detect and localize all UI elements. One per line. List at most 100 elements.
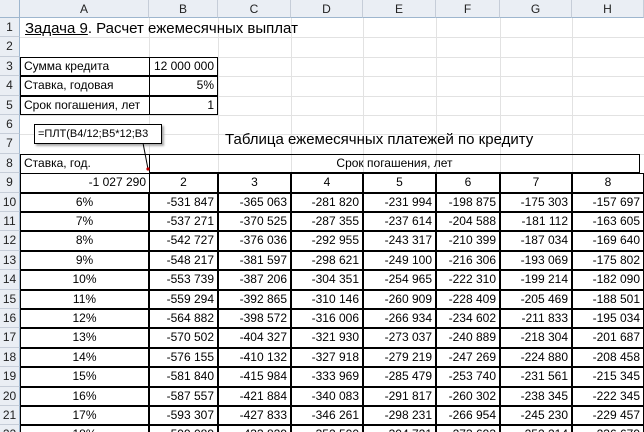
payment-cell[interactable]: -304 351	[291, 270, 363, 290]
payment-cell[interactable]: -553 739	[149, 270, 218, 290]
payment-cell[interactable]: -287 355	[291, 212, 363, 232]
payment-cell[interactable]: -222 310	[436, 270, 500, 290]
rate-cell[interactable]: 11%	[20, 289, 149, 309]
corner-formula-cell[interactable]: -1 027 290	[20, 173, 150, 193]
payment-cell[interactable]: -285 479	[363, 367, 436, 387]
payment-cell[interactable]: -228 409	[436, 289, 500, 309]
payment-cell[interactable]: -188 501	[572, 289, 644, 309]
rate-cell[interactable]: 9%	[20, 250, 149, 271]
input-value-rate[interactable]: 5%	[149, 76, 218, 96]
payment-cell[interactable]: -564 882	[149, 309, 218, 329]
payment-cell[interactable]: -273 693	[436, 425, 500, 432]
payment-cell[interactable]: -321 930	[291, 328, 363, 348]
column-header-d[interactable]: D	[291, 0, 363, 18]
row-header-7[interactable]: 7	[0, 134, 20, 154]
payment-cell[interactable]: -599 089	[149, 425, 218, 432]
row-header-22[interactable]: 22	[0, 425, 20, 432]
payment-cell[interactable]: -316 006	[291, 309, 363, 329]
rate-cell[interactable]: 12%	[20, 309, 149, 329]
payment-cell[interactable]: -352 500	[291, 425, 363, 432]
payment-cell[interactable]: -231 994	[363, 192, 436, 212]
payment-cell[interactable]: -243 317	[363, 231, 436, 251]
payment-cell[interactable]: -163 605	[572, 212, 644, 232]
payment-cell[interactable]: -229 457	[572, 406, 644, 426]
row-header-1[interactable]: 1	[0, 18, 20, 38]
payment-cell[interactable]: -218 304	[500, 328, 572, 348]
payment-cell[interactable]: -537 271	[149, 212, 218, 232]
payment-cell[interactable]: -198 875	[436, 192, 500, 212]
payment-cell[interactable]: -247 269	[436, 347, 500, 368]
column-header-e[interactable]: E	[363, 0, 436, 18]
column-header-g[interactable]: G	[500, 0, 572, 18]
payment-cell[interactable]: -433 829	[218, 425, 291, 432]
term-cell[interactable]: 6	[436, 173, 500, 193]
payment-cell[interactable]: -387 206	[218, 270, 291, 290]
payment-cell[interactable]: -291 817	[363, 386, 436, 406]
term-header[interactable]: Срок погашения, лет	[149, 153, 640, 174]
payment-cell[interactable]: -376 036	[218, 231, 291, 251]
payment-cell[interactable]: -260 302	[436, 386, 500, 406]
payment-cell[interactable]: -224 880	[500, 347, 572, 368]
term-cell[interactable]: 3	[218, 173, 291, 193]
payment-cell[interactable]: -365 063	[218, 192, 291, 212]
payment-cell[interactable]: -222 345	[572, 386, 644, 406]
row-header-13[interactable]: 13	[0, 250, 20, 271]
rate-cell[interactable]: 7%	[20, 212, 149, 232]
rate-cell[interactable]: 16%	[20, 386, 149, 406]
rate-cell[interactable]: 14%	[20, 347, 149, 368]
payment-cell[interactable]: -310 146	[291, 289, 363, 309]
rate-cell[interactable]: 8%	[20, 231, 149, 251]
payment-cell[interactable]: -249 100	[363, 250, 436, 271]
payment-cell[interactable]: -169 640	[572, 231, 644, 251]
payment-cell[interactable]: -245 230	[500, 406, 572, 426]
column-header-c[interactable]: C	[218, 0, 291, 18]
payment-cell[interactable]: -208 458	[572, 347, 644, 368]
row-header-15[interactable]: 15	[0, 289, 20, 309]
rate-cell[interactable]: 13%	[20, 328, 149, 348]
payment-cell[interactable]: -333 969	[291, 367, 363, 387]
payment-cell[interactable]: -260 909	[363, 289, 436, 309]
payment-cell[interactable]: -548 217	[149, 250, 218, 271]
payment-cell[interactable]: -346 261	[291, 406, 363, 426]
payment-cell[interactable]: -576 155	[149, 347, 218, 368]
term-cell[interactable]: 8	[572, 173, 644, 193]
payment-cell[interactable]: -370 525	[218, 212, 291, 232]
term-cell[interactable]: 7	[500, 173, 572, 193]
column-header-a[interactable]: A	[20, 0, 149, 18]
payment-cell[interactable]: -398 572	[218, 309, 291, 329]
row-header-2[interactable]: 2	[0, 37, 20, 57]
rate-cell[interactable]: 18%	[20, 425, 149, 432]
row-header-10[interactable]: 10	[0, 192, 20, 212]
rate-cell[interactable]: 10%	[20, 270, 149, 290]
payment-cell[interactable]: -266 954	[436, 406, 500, 426]
payment-cell[interactable]: -236 679	[572, 425, 644, 432]
payment-cell[interactable]: -304 721	[363, 425, 436, 432]
payment-cell[interactable]: -187 034	[500, 231, 572, 251]
row-header-3[interactable]: 3	[0, 56, 20, 77]
select-all-corner[interactable]	[0, 0, 20, 18]
term-cell[interactable]: 5	[363, 173, 436, 193]
payment-cell[interactable]: -210 399	[436, 231, 500, 251]
payment-cell[interactable]: -266 934	[363, 309, 436, 329]
term-cell[interactable]: 4	[291, 173, 363, 193]
payment-cell[interactable]: -298 231	[363, 406, 436, 426]
row-header-12[interactable]: 12	[0, 231, 20, 251]
payment-cell[interactable]: -240 889	[436, 328, 500, 348]
payment-cell[interactable]: -182 090	[572, 270, 644, 290]
payment-cell[interactable]: -237 614	[363, 212, 436, 232]
payment-cell[interactable]: -327 918	[291, 347, 363, 368]
payment-cell[interactable]: -531 847	[149, 192, 218, 212]
payment-cell[interactable]: -421 884	[218, 386, 291, 406]
payment-cell[interactable]: -175 303	[500, 192, 572, 212]
payment-cell[interactable]: -252 214	[500, 425, 572, 432]
payment-cell[interactable]: -215 345	[572, 367, 644, 387]
payment-cell[interactable]: -559 294	[149, 289, 218, 309]
row-header-16[interactable]: 16	[0, 309, 20, 329]
payment-cell[interactable]: -157 697	[572, 192, 644, 212]
payment-cell[interactable]: -253 740	[436, 367, 500, 387]
rate-header[interactable]: Ставка, год.	[20, 153, 150, 174]
term-cell[interactable]: 2	[149, 173, 218, 193]
payment-cell[interactable]: -415 984	[218, 367, 291, 387]
row-header-5[interactable]: 5	[0, 95, 20, 115]
payment-cell[interactable]: -593 307	[149, 406, 218, 426]
